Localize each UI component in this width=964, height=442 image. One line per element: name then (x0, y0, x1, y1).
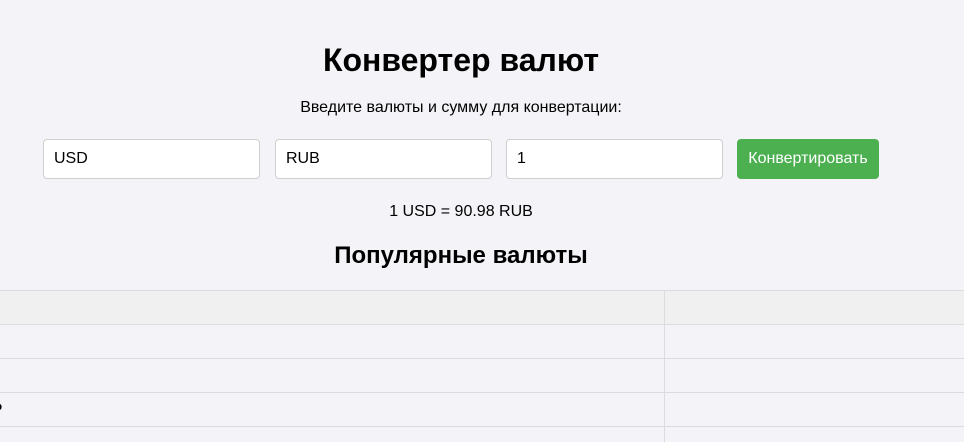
popular-currencies-table: ₽ (0, 290, 964, 442)
table-header-row (0, 290, 964, 325)
popular-currencies-heading: Популярные валюты (334, 242, 588, 269)
table-header-cell (664, 290, 964, 325)
table-row (0, 358, 964, 393)
table-cell (664, 426, 964, 442)
converter-page: Конвертер валют Введите валюты и сумму д… (0, 0, 964, 442)
table-cell (0, 358, 666, 393)
table-cell (664, 358, 964, 393)
table-cell (0, 324, 666, 359)
table-cell: ₽ (0, 392, 666, 427)
table-cell (664, 324, 964, 359)
table-cell (664, 392, 964, 427)
currency-symbol: ₽ (0, 400, 664, 420)
page-title: Конвертер валют (322, 42, 600, 78)
conversion-result: 1 USD = 90.98 RUB (389, 203, 533, 220)
to-currency-input[interactable] (275, 139, 492, 179)
table-row (0, 426, 964, 442)
table-header-cell (0, 290, 666, 325)
convert-button[interactable]: Конвертировать (737, 139, 879, 179)
from-currency-input[interactable] (43, 139, 260, 179)
table-row (0, 324, 964, 359)
instructions-text: Введите валюты и сумму для конвертации: (300, 99, 622, 116)
table-row: ₽ (0, 392, 964, 427)
table-cell (0, 426, 666, 442)
amount-input[interactable] (506, 139, 723, 179)
